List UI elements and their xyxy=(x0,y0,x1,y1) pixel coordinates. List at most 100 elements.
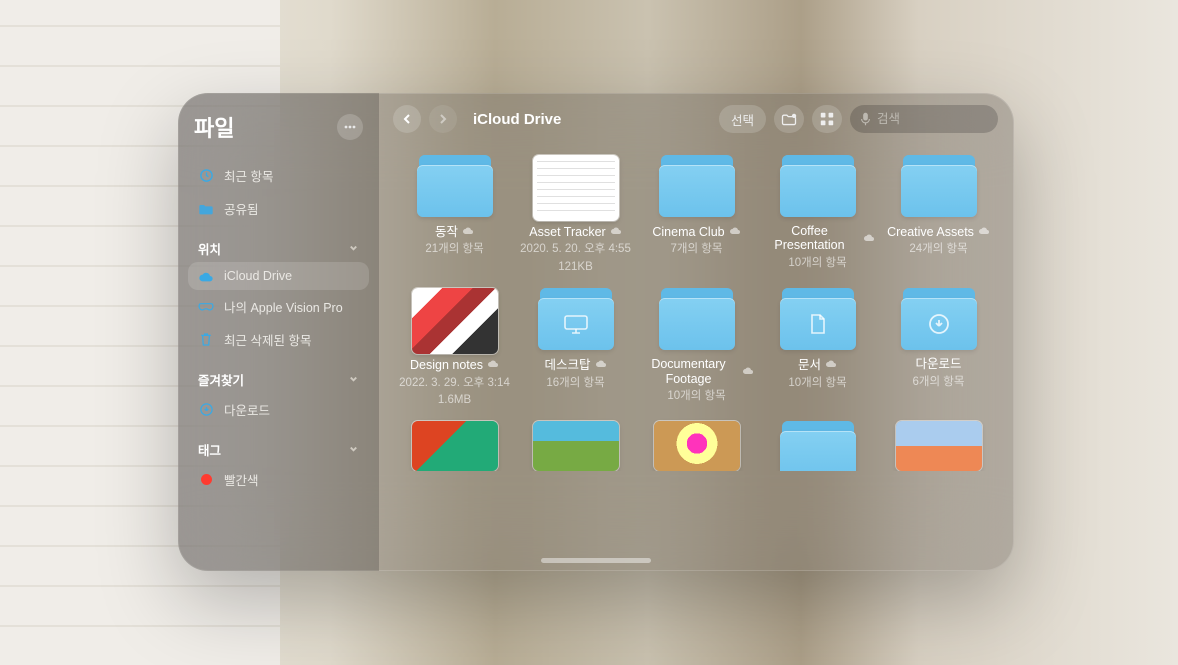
select-button[interactable]: 선택 xyxy=(719,105,766,133)
sidebar-item-label: 나의 Apple Vision Pro xyxy=(224,297,343,316)
item-subtitle-2: 121KB xyxy=(558,260,593,274)
grid-item[interactable]: Creative Assets 24개의 항목 xyxy=(881,149,996,274)
section-title: 즐겨찾기 xyxy=(198,370,244,389)
search-field[interactable] xyxy=(850,105,998,133)
item-name: 다운로드 xyxy=(915,357,961,371)
sidebar-more-button[interactable] xyxy=(337,114,363,140)
grid-item[interactable]: 다운로드 6개의 항목 xyxy=(881,282,996,407)
item-subtitle: 10개의 항목 xyxy=(788,256,846,270)
item-name: Design notes xyxy=(410,357,499,372)
grid-item[interactable]: Cinema Club 7개의 항목 xyxy=(639,149,754,274)
section-title: 위치 xyxy=(198,239,221,258)
folder-plus-icon xyxy=(781,113,797,126)
cloud-status-icon xyxy=(825,357,837,372)
sidebar-section-tags[interactable]: 태그 xyxy=(188,426,369,463)
sidebar-section-favorites[interactable]: 즐겨찾기 xyxy=(188,356,369,393)
item-name: Cinema Club xyxy=(652,224,740,239)
grid-icon xyxy=(820,112,834,126)
item-name: 동작 xyxy=(435,224,474,239)
item-name: Creative Assets xyxy=(887,224,990,239)
sidebar-item-label: 다운로드 xyxy=(224,400,270,419)
file-thumbnail xyxy=(896,421,982,471)
file-icon xyxy=(533,155,619,221)
cloud-status-icon xyxy=(742,364,754,379)
sidebar-item-label: 최근 항목 xyxy=(224,166,273,185)
grid-item[interactable] xyxy=(639,415,754,471)
grid-item[interactable] xyxy=(518,415,633,471)
grid-item[interactable]: 문서10개의 항목 xyxy=(760,282,875,407)
cloud-status-icon xyxy=(462,224,474,239)
folder-icon xyxy=(654,288,740,354)
tag-dot-icon xyxy=(198,474,214,485)
back-button[interactable] xyxy=(393,105,421,133)
shared-folder-icon xyxy=(198,202,214,216)
grid-item[interactable]: Documentary Footage 10개의 항목 xyxy=(639,282,754,407)
view-options-button[interactable] xyxy=(812,105,842,133)
item-name: Asset Tracker xyxy=(529,224,621,239)
item-subtitle: 24개의 항목 xyxy=(909,242,967,256)
ellipsis-icon xyxy=(344,125,356,129)
grid-item[interactable] xyxy=(760,415,875,471)
sidebar-section-locations[interactable]: 위치 xyxy=(188,225,369,262)
item-subtitle: 2020. 5. 20. 오후 4:55 xyxy=(520,242,631,256)
folder-icon xyxy=(412,155,498,221)
folder-icon xyxy=(775,288,861,354)
trash-icon xyxy=(198,332,214,347)
new-folder-button[interactable] xyxy=(774,105,804,133)
clock-icon xyxy=(198,168,214,183)
download-circle-icon xyxy=(198,402,214,417)
cloud-status-icon xyxy=(487,357,499,372)
window-resize-handle[interactable] xyxy=(541,558,651,563)
file-thumbnail xyxy=(412,288,498,354)
cloud-status-icon xyxy=(729,224,741,239)
cloud-icon xyxy=(198,270,214,282)
sidebar-item-label: 빨간색 xyxy=(224,470,259,489)
cloud-status-icon xyxy=(610,224,622,239)
grid-item[interactable] xyxy=(397,415,512,471)
search-input[interactable] xyxy=(877,112,988,126)
item-name: Documentary Footage xyxy=(639,357,754,386)
chevron-left-icon xyxy=(402,113,412,125)
main-panel: iCloud Drive 선택 동작 21개의 항목 Asset Tracker 20… xyxy=(379,93,1014,571)
sidebar: 파일 최근 항목 공유됨 위치 iCl xyxy=(178,93,379,571)
sidebar-item-recently-deleted[interactable]: 최근 삭제된 항목 xyxy=(188,323,369,356)
folder-icon xyxy=(775,155,861,221)
file-grid: 동작 21개의 항목 Asset Tracker 2020. 5. 20. 오후 4:… xyxy=(379,141,1014,571)
grid-item[interactable]: Design notes2022. 3. 29. 오후 3:141.6MB xyxy=(397,282,512,407)
item-subtitle: 21개의 항목 xyxy=(425,242,483,256)
chevron-right-icon xyxy=(438,113,448,125)
vision-pro-icon xyxy=(198,302,214,312)
path-title: iCloud Drive xyxy=(473,111,561,128)
folder-icon xyxy=(896,288,982,354)
cloud-status-icon xyxy=(863,231,875,246)
mic-icon xyxy=(860,112,871,126)
sidebar-item-icloud-drive[interactable]: iCloud Drive xyxy=(188,262,369,290)
item-name: 문서 xyxy=(798,357,837,372)
sidebar-item-tag-red[interactable]: 빨간색 xyxy=(188,463,369,496)
app-title: 파일 xyxy=(194,111,234,143)
section-title: 태그 xyxy=(198,440,221,459)
file-thumbnail xyxy=(533,421,619,471)
file-thumbnail xyxy=(412,421,498,471)
sidebar-item-my-vision-pro[interactable]: 나의 Apple Vision Pro xyxy=(188,290,369,323)
chevron-down-icon xyxy=(348,443,359,457)
grid-item[interactable] xyxy=(881,415,996,471)
grid-item[interactable]: Coffee Presentation 10개의 항목 xyxy=(760,149,875,274)
item-subtitle: 7개의 항목 xyxy=(671,242,723,256)
sidebar-item-shared[interactable]: 공유됨 xyxy=(188,192,369,225)
cloud-status-icon xyxy=(595,357,607,372)
grid-item[interactable]: 데스크탑16개의 항목 xyxy=(518,282,633,407)
sidebar-item-recents[interactable]: 최근 항목 xyxy=(188,159,369,192)
forward-button[interactable] xyxy=(429,105,457,133)
grid-item[interactable]: 동작 21개의 항목 xyxy=(397,149,512,274)
folder-icon xyxy=(654,155,740,221)
sidebar-item-downloads[interactable]: 다운로드 xyxy=(188,393,369,426)
item-subtitle: 6개의 항목 xyxy=(913,375,965,389)
item-name: Coffee Presentation xyxy=(760,224,875,253)
cloud-status-icon xyxy=(978,224,990,239)
folder-icon xyxy=(533,288,619,354)
item-subtitle: 10개의 항목 xyxy=(667,389,725,403)
select-label: 선택 xyxy=(731,110,754,129)
grid-item[interactable]: Asset Tracker 2020. 5. 20. 오후 4:55 121KB xyxy=(518,149,633,274)
item-name: 데스크탑 xyxy=(544,357,606,372)
